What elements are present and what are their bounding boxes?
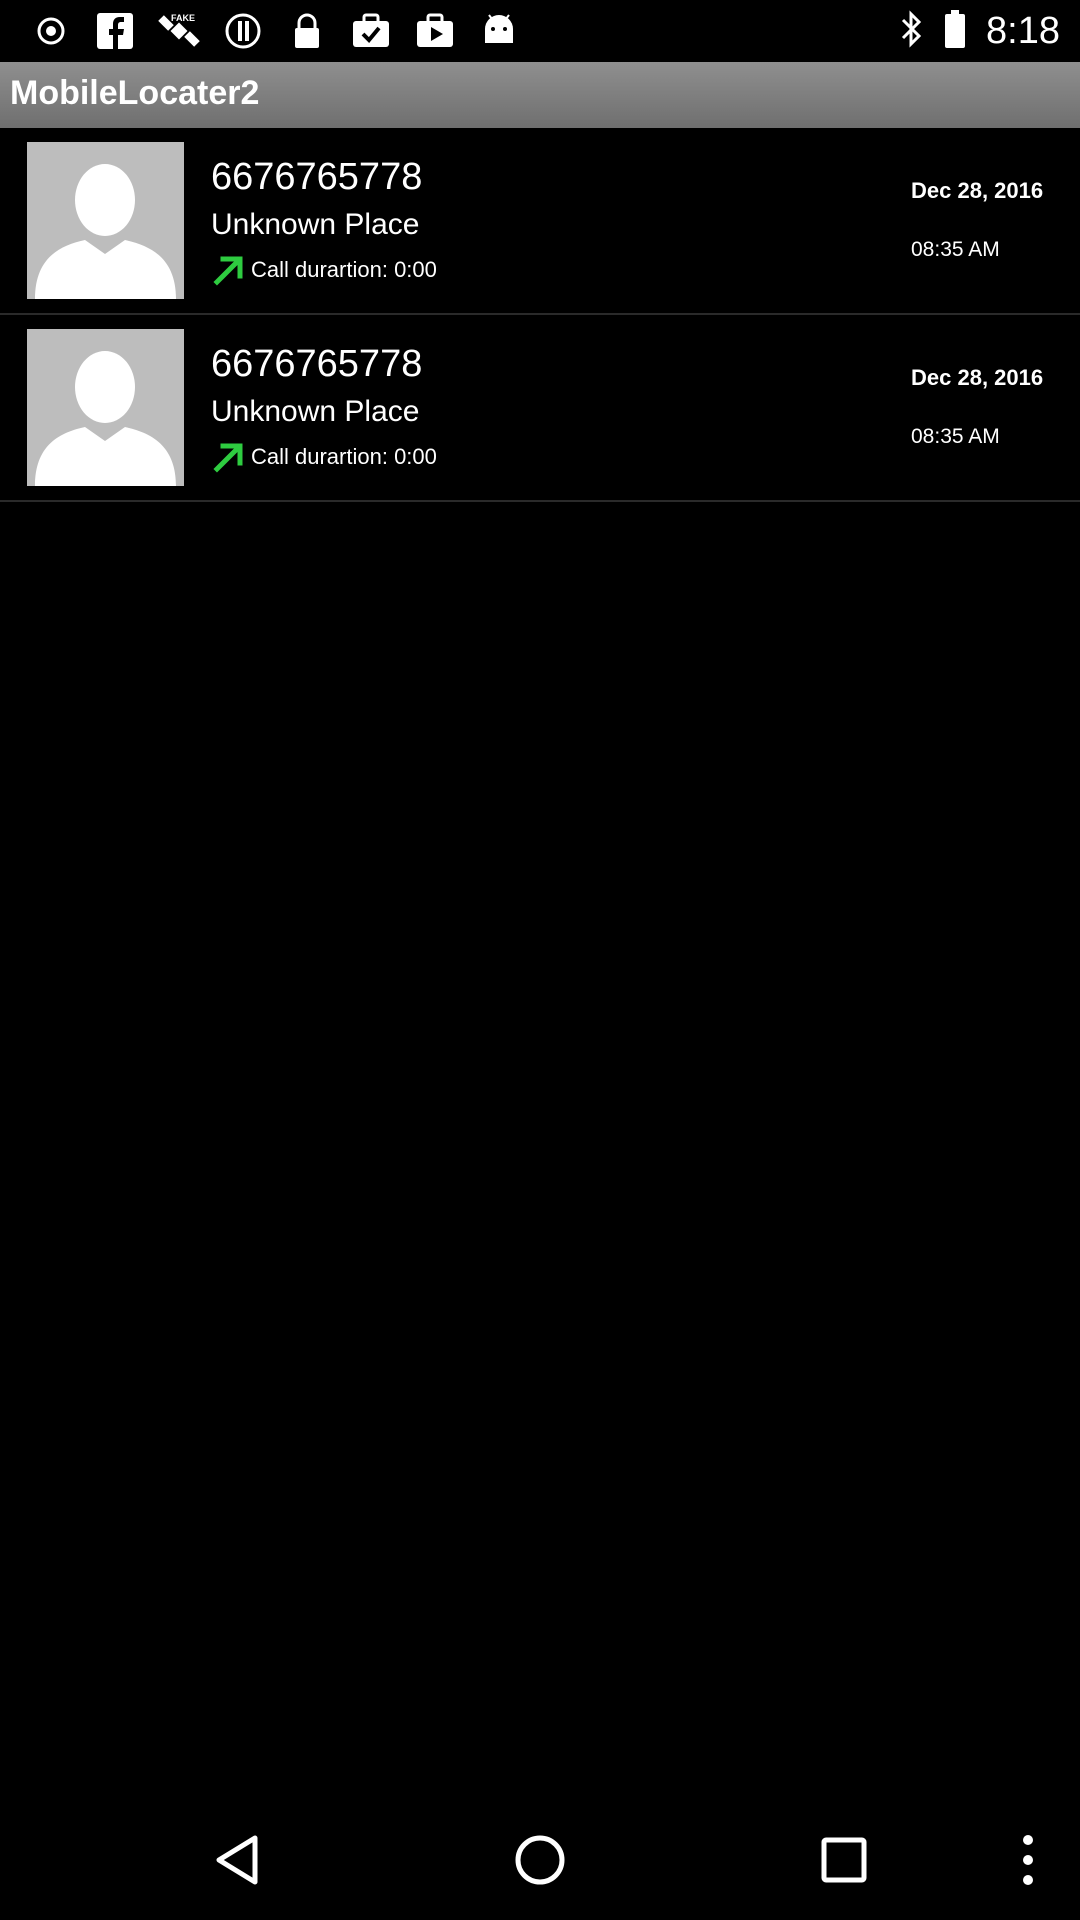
call-place: Unknown Place [211, 395, 420, 428]
call-log-list: 6676765778 Unknown Place Call durartion:… [0, 128, 1080, 502]
status-clock: 8:18 [986, 9, 1060, 52]
call-time: 08:35 AM [911, 425, 1000, 448]
svg-text:FAKE: FAKE [171, 13, 195, 23]
call-duration-row: Call durartion: 0:00 [211, 252, 437, 288]
recents-icon[interactable] [809, 1825, 879, 1895]
call-place: Unknown Place [211, 208, 420, 241]
call-duration: Call durartion: 0:00 [251, 257, 437, 282]
bluetooth-icon [900, 9, 924, 53]
contact-avatar-icon [27, 329, 184, 486]
home-icon[interactable] [505, 1825, 575, 1895]
satellite-icon: FAKE [156, 8, 202, 54]
app-title-bar: MobileLocater2 [0, 62, 1080, 128]
android-icon [476, 8, 522, 54]
overflow-menu-icon[interactable] [993, 1825, 1063, 1895]
system-status: 8:18 [900, 8, 1060, 54]
shopping-bag-icon [412, 8, 458, 54]
call-log-item[interactable]: 6676765778 Unknown Place Call durartion:… [0, 315, 1080, 502]
outgoing-call-arrow-icon [211, 252, 247, 288]
facebook-icon [92, 8, 138, 54]
lock-icon [284, 8, 330, 54]
call-date: Dec 28, 2016 [911, 365, 1044, 390]
call-duration-row: Call durartion: 0:00 [211, 439, 437, 475]
app-title: MobileLocater2 [10, 74, 260, 112]
call-log-item[interactable]: 6676765778 Unknown Place Call durartion:… [0, 128, 1080, 315]
record-icon [28, 8, 74, 54]
battery-icon [944, 9, 966, 54]
system-nav-bar [0, 1800, 1080, 1920]
briefcase-check-icon [348, 8, 394, 54]
back-icon[interactable] [202, 1825, 272, 1895]
call-duration: Call durartion: 0:00 [251, 444, 437, 469]
call-time: 08:35 AM [911, 238, 1000, 261]
notification-icons: FAKE [28, 8, 522, 54]
contact-avatar-icon [27, 142, 184, 299]
sync-icon [220, 8, 266, 54]
outgoing-call-arrow-icon [211, 439, 247, 475]
call-number: 6676765778 [211, 343, 423, 385]
status-bar: FAKE 8:18 [0, 0, 1080, 62]
call-number: 6676765778 [211, 156, 423, 198]
call-date: Dec 28, 2016 [911, 178, 1044, 203]
